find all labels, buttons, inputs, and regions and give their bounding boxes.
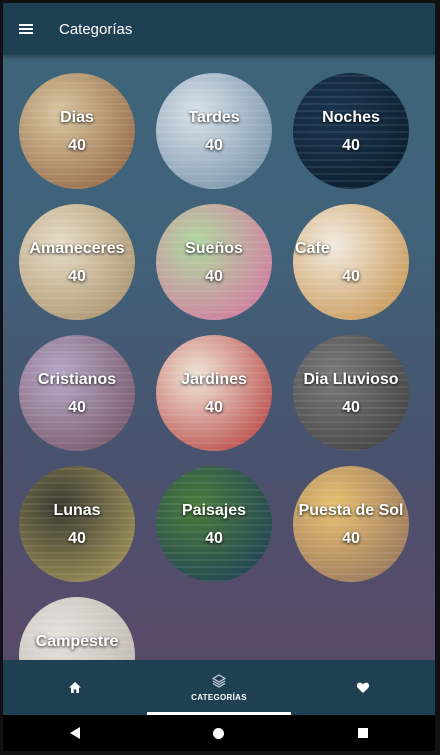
category-count: 40	[342, 399, 360, 416]
bottom-navigation: CATEGORÍAS	[3, 660, 435, 715]
category-name: Cristianos	[37, 371, 117, 388]
category-card-cafe[interactable]: Cafe 40	[293, 204, 409, 320]
category-name: Paisajes	[181, 502, 247, 519]
category-name: Lunas	[53, 502, 101, 519]
recents-icon[interactable]	[358, 728, 369, 738]
app-bar: Categorías	[3, 3, 435, 55]
category-count: 40	[68, 530, 86, 547]
categories-grid: Dias 40 Tardes 40 Noches 40 Amaneceres 4…	[3, 55, 435, 713]
category-name: Campestre	[35, 633, 119, 650]
category-card-dias[interactable]: Dias 40	[19, 73, 135, 189]
category-count: 40	[342, 137, 360, 154]
category-name: Sueños	[185, 240, 243, 257]
category-count: 40	[68, 137, 86, 154]
category-count: 40	[205, 137, 223, 154]
category-count: 40	[205, 530, 223, 547]
nav-label: CATEGORÍAS	[191, 693, 247, 702]
category-name: Dias	[60, 109, 94, 126]
home-icon	[69, 682, 81, 693]
heart-icon	[356, 682, 370, 693]
category-card-suenos[interactable]: Sueños 40	[156, 204, 272, 320]
nav-item-home[interactable]	[3, 660, 147, 715]
nav-item-categorias[interactable]: CATEGORÍAS	[147, 660, 291, 715]
category-count: 40	[205, 399, 223, 416]
nav-item-favoritos[interactable]	[291, 660, 435, 715]
category-name: Amaneceres	[29, 240, 125, 257]
category-count: 40	[342, 530, 360, 547]
category-card-tardes[interactable]: Tardes 40	[156, 73, 272, 189]
category-count: 40	[68, 399, 86, 416]
category-card-jardines[interactable]: Jardines 40	[156, 335, 272, 451]
category-count: 40	[205, 268, 223, 285]
category-card-paisajes[interactable]: Paisajes 40	[156, 466, 272, 582]
category-name: Noches	[322, 109, 380, 126]
category-name: Puesta de Sol	[298, 502, 404, 519]
category-name: Jardines	[181, 371, 247, 388]
category-card-amaneceres[interactable]: Amaneceres 40	[19, 204, 135, 320]
category-card-cristianos[interactable]: Cristianos 40	[19, 335, 135, 451]
category-count: 40	[342, 268, 360, 285]
category-name: Tardes	[188, 109, 240, 126]
layers-icon	[212, 674, 226, 688]
menu-icon[interactable]	[19, 22, 35, 36]
screen: Categorías Dias 40 Tardes 40 Noches 40 A…	[3, 3, 435, 751]
category-card-noches[interactable]: Noches 40	[293, 73, 409, 189]
page-title: Categorías	[59, 20, 133, 38]
category-card-dia-lluvioso[interactable]: Dia Lluvioso 40	[293, 335, 409, 451]
category-card-puesta-de-sol[interactable]: Puesta de Sol 40	[293, 466, 409, 582]
category-count: 40	[68, 268, 86, 285]
category-name: Cafe	[295, 240, 330, 257]
system-navigation-bar	[3, 715, 435, 751]
home-circle-icon[interactable]	[213, 727, 225, 739]
category-name: Dia Lluvioso	[303, 371, 399, 388]
back-icon[interactable]	[69, 727, 80, 739]
category-card-lunas[interactable]: Lunas 40	[19, 466, 135, 582]
